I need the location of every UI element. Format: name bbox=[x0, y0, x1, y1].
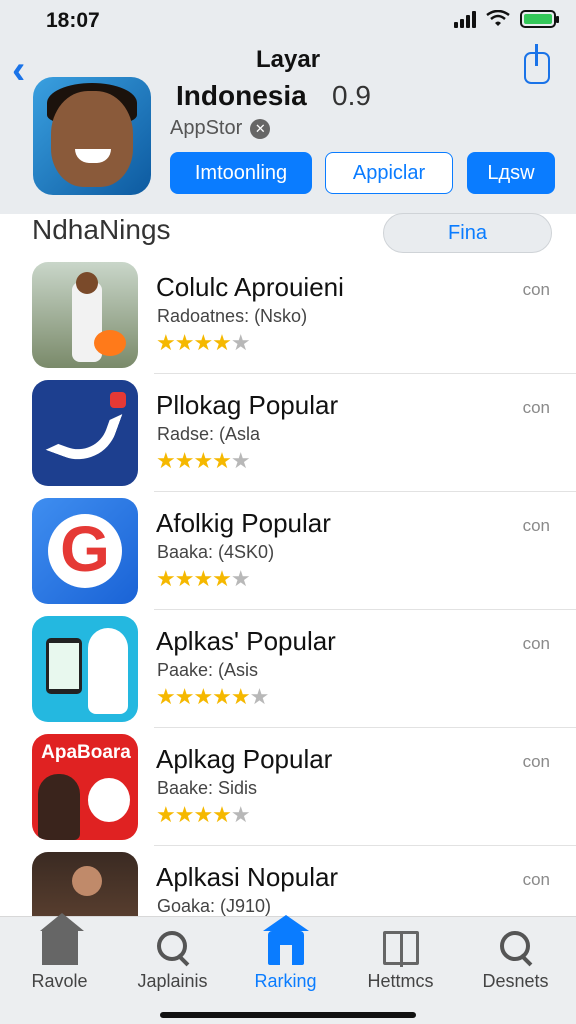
publisher-label: AppStor bbox=[170, 117, 243, 139]
home-icon bbox=[39, 913, 84, 965]
app-thumbnail: ApaBoara bbox=[32, 734, 138, 840]
app-list: Colulc Aprouieni Radoatnes: (Nsko) ★★★★★… bbox=[0, 256, 576, 964]
app-subtitle: Goaka: (J910) bbox=[157, 896, 272, 916]
get-button[interactable]: con bbox=[523, 280, 550, 300]
section-title: NdhaNings bbox=[32, 214, 171, 245]
book-icon bbox=[382, 931, 419, 967]
app-thumbnail bbox=[32, 262, 138, 368]
app-title-line1: Layar bbox=[256, 46, 321, 73]
get-button[interactable]: con bbox=[523, 398, 550, 418]
app-subtitle: Radse: (Asla bbox=[157, 424, 261, 444]
app-name: Afolkig Popular bbox=[156, 508, 331, 538]
google-logo-icon: G bbox=[60, 513, 110, 585]
app-thumbnail bbox=[32, 380, 138, 486]
tab-books[interactable]: Hettmcs bbox=[343, 917, 458, 1007]
search-icon bbox=[498, 931, 534, 965]
find-button[interactable]: Fina bbox=[383, 213, 552, 253]
app-thumbnail: G bbox=[32, 498, 138, 604]
app-name: Colulc Aprouieni bbox=[156, 272, 344, 302]
get-button[interactable]: con bbox=[523, 870, 550, 890]
battery-icon bbox=[520, 10, 559, 28]
close-badge-icon: ✕ bbox=[250, 118, 271, 139]
app-name: Aplkag Popular bbox=[156, 744, 333, 774]
list-item[interactable]: Colulc Aprouieni Radoatnes: (Nsko) ★★★★★… bbox=[0, 256, 576, 374]
get-button[interactable]: con bbox=[523, 516, 550, 536]
share-icon[interactable] bbox=[524, 44, 550, 84]
search-icon bbox=[155, 931, 191, 965]
tab-search[interactable]: Japlainis bbox=[115, 917, 230, 1007]
wifi-icon bbox=[486, 10, 510, 26]
list-item[interactable]: G Afolkig Popular Baaka: (4SK0) ★★★★★ co… bbox=[0, 492, 576, 610]
publisher[interactable]: AppStor ✕ bbox=[170, 117, 271, 140]
app-name: Aplkasi Nopular bbox=[156, 862, 339, 892]
star-rating: ★★★★★ bbox=[156, 448, 251, 473]
star-rating: ★★★★★★ bbox=[156, 684, 269, 709]
home-indicator bbox=[160, 1012, 416, 1018]
app-name: Aplkas' Popular bbox=[156, 626, 336, 656]
tab-label: Ravole bbox=[31, 971, 88, 991]
tab-label: Rarking bbox=[254, 971, 317, 991]
app-thumbnail bbox=[32, 616, 138, 722]
app-icon bbox=[33, 77, 151, 195]
get-button[interactable]: con bbox=[523, 634, 550, 654]
list-item[interactable]: Pllokag Popular Radse: (Asla ★★★★★ con bbox=[0, 374, 576, 492]
app-header: ‹ Layar Indonesia 0.9 AppStor ✕ Imtoonli… bbox=[0, 42, 576, 214]
status-time: 18:07 bbox=[46, 9, 100, 32]
app-name: Pllokag Popular bbox=[156, 390, 339, 420]
app-rating: 0.9 bbox=[332, 80, 371, 111]
star-rating: ★★★★★ bbox=[156, 566, 251, 591]
status-bar: 18:07 bbox=[0, 0, 576, 42]
tile-banner: ApaBoara bbox=[41, 742, 131, 763]
tab-discover[interactable]: Desnets bbox=[458, 917, 573, 1007]
star-rating: ★★★★★ bbox=[156, 330, 251, 355]
tab-label: Desnets bbox=[482, 971, 549, 991]
app-title-line2: Indonesia bbox=[176, 80, 307, 111]
apply-button[interactable]: Appiclar bbox=[325, 152, 453, 194]
back-chevron-icon[interactable]: ‹ bbox=[12, 48, 25, 93]
ranking-icon bbox=[262, 915, 309, 965]
view-button[interactable]: Lдsw bbox=[467, 152, 555, 194]
signal-icon bbox=[454, 10, 476, 28]
install-button[interactable]: Imtoonling bbox=[170, 152, 312, 194]
tab-label: Japlainis bbox=[137, 971, 208, 991]
app-subtitle: Paake: (Asis bbox=[157, 660, 259, 680]
tab-bar: Ravole Japlainis Rarking Hettmcs Desnets bbox=[0, 913, 576, 1024]
tab-label: Hettmcs bbox=[367, 971, 434, 991]
list-item[interactable]: ApaBoara Aplkag Popular Baake: Sidis ★★★… bbox=[0, 728, 576, 846]
list-item[interactable]: Aplkas' Popular Paake: (Asis ★★★★★★ con bbox=[0, 610, 576, 728]
app-subtitle: Radoatnes: (Nsko) bbox=[157, 306, 308, 326]
tab-ranking[interactable]: Rarking bbox=[228, 915, 343, 1007]
tab-home[interactable]: Ravole bbox=[2, 913, 117, 1007]
status-icons bbox=[454, 10, 559, 28]
app-subtitle: Baake: Sidis bbox=[157, 778, 258, 798]
star-rating: ★★★★★ bbox=[156, 802, 251, 827]
get-button[interactable]: con bbox=[523, 752, 550, 772]
app-subtitle: Baaka: (4SK0) bbox=[157, 542, 275, 562]
